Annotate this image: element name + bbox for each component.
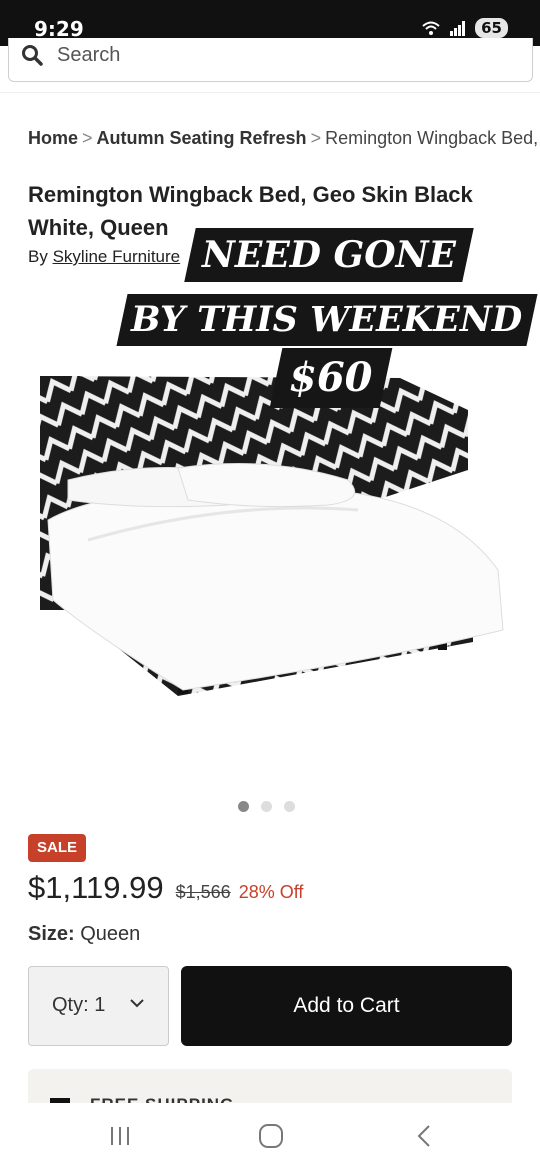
search-bar[interactable]: Search — [8, 38, 533, 82]
quantity-select[interactable]: Qty: 1 — [28, 966, 169, 1046]
home-icon[interactable] — [258, 1123, 284, 1149]
breadcrumb-separator: > — [310, 128, 322, 148]
size-value: Queen — [80, 923, 141, 945]
carousel-dot[interactable] — [261, 801, 272, 812]
overlay-text: NEED GONE — [202, 234, 456, 276]
breadcrumb-home[interactable]: Home — [28, 128, 78, 148]
wifi-icon — [422, 21, 440, 35]
breadcrumb: Home > Autumn Seating Refresh > Remington Wi… — [28, 128, 540, 149]
breadcrumb-current: Remington Wingback Bed, Geo Skin Black W… — [325, 128, 540, 148]
add-to-cart-button[interactable]: Add to Cart — [181, 966, 512, 1046]
carousel-dot[interactable] — [238, 801, 249, 812]
price-row: $1,119.99 $1,566 28% Off — [28, 870, 303, 906]
overlay-text: BY THIS WEEKEND — [131, 299, 523, 340]
recent-apps-icon[interactable] — [108, 1125, 132, 1147]
chevron-down-icon — [130, 999, 144, 1008]
by-label: By — [28, 247, 48, 266]
brand-link[interactable]: Skyline Furniture — [53, 247, 181, 266]
header-divider — [0, 92, 540, 93]
size-label: Size: — [28, 923, 75, 945]
overlay-text: $60 — [289, 354, 373, 401]
product-image[interactable] — [28, 360, 512, 780]
carousel-dots — [238, 801, 295, 812]
size-row: Size: Queen — [28, 923, 140, 946]
quantity-label: Qty: 1 — [52, 994, 106, 1016]
breadcrumb-separator: > — [82, 128, 93, 148]
status-icons: 65 — [421, 18, 508, 38]
current-price: $1,119.99 — [28, 870, 164, 905]
search-icon — [22, 45, 43, 66]
overlay-banner-price: $60 — [269, 348, 393, 408]
signal-icon — [450, 21, 466, 36]
product-byline: By Skyline Furniture — [28, 247, 180, 267]
original-price: $1,566 — [175, 882, 231, 902]
sale-badge: SALE — [28, 834, 86, 862]
breadcrumb-category[interactable]: Autumn Seating Refresh — [97, 128, 307, 148]
battery-indicator: 65 — [475, 18, 508, 38]
discount-label: 28% Off — [238, 882, 304, 902]
search-input[interactable]: Search — [57, 44, 120, 67]
overlay-banner-weekend: BY THIS WEEKEND — [116, 294, 538, 346]
carousel-dot[interactable] — [284, 801, 295, 812]
system-nav-bar — [0, 1103, 540, 1170]
back-icon[interactable] — [414, 1123, 434, 1149]
overlay-banner-need-gone: NEED GONE — [184, 228, 474, 282]
